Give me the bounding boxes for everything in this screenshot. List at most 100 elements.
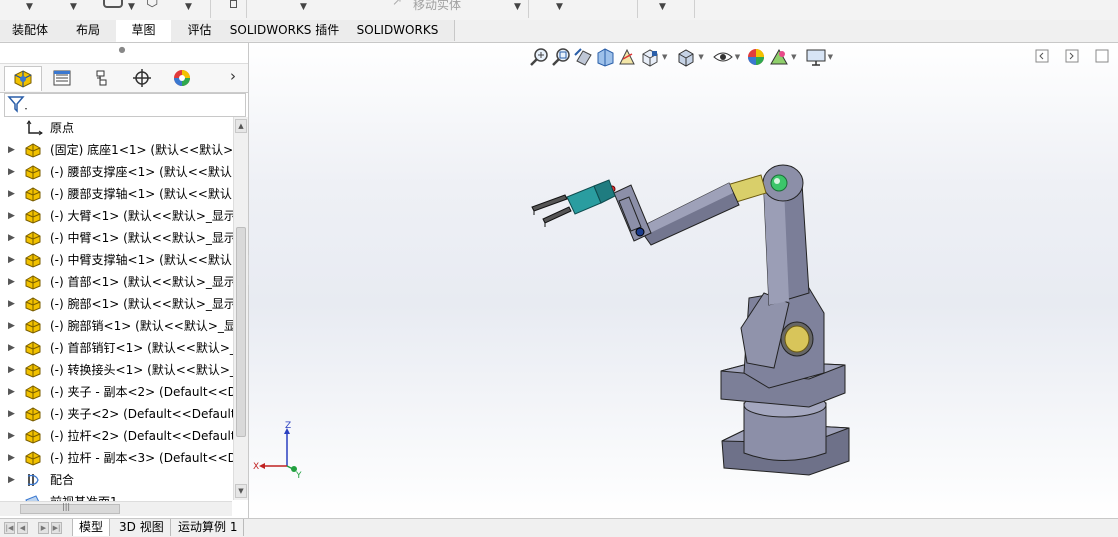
- tree-item-label: (-) 拉杆 - 副本<3> (Default<<Def: [50, 451, 233, 465]
- configurationmanager-icon[interactable]: [84, 66, 120, 90]
- triad-y-label: Y: [295, 471, 302, 480]
- part-icon: [25, 363, 41, 378]
- tree-item-label: (固定) 底座1<1> (默认<<默认>_显: [50, 143, 233, 157]
- expand-arrow-icon[interactable]: ▶: [8, 205, 16, 227]
- tree-item-part[interactable]: ▶ (-) 腕部销<1> (默认<<默认>_显示: [0, 315, 233, 337]
- move-entities-icon[interactable]: ↗: [392, 0, 402, 8]
- expand-arrow-icon[interactable]: ▶: [8, 227, 16, 249]
- tab-solidworks-addins[interactable]: SOLIDWORKS 插件: [228, 20, 342, 41]
- tree-item-part[interactable]: ▶ (-) 大臂<1> (默认<<默认>_显示状: [0, 205, 233, 227]
- move-entities-label[interactable]: 移动实体: [413, 0, 461, 13]
- triad-x-label: X: [253, 462, 259, 472]
- tab-evaluate[interactable]: 评估: [171, 20, 229, 41]
- expand-arrow-icon[interactable]: ▶: [8, 447, 16, 469]
- expand-arrow-icon[interactable]: ▶: [8, 139, 16, 161]
- dropdown-arrow-icon[interactable]: ▼: [185, 2, 192, 12]
- tree-item-label: (-) 首部销钉<1> (默认<<默认>_显: [50, 341, 233, 355]
- expand-arrow-icon[interactable]: ▶: [8, 183, 16, 205]
- expand-arrow-icon[interactable]: ▶: [8, 161, 16, 183]
- tree-item-part[interactable]: ▶ (-) 夹子<2> (Default<<Default>_: [0, 403, 233, 425]
- scrollbar-thumb[interactable]: [236, 227, 246, 437]
- feature-manager-panel: ● › 原点 ▶ (固定) 底座1<1> (默认<<默认>_显 ▶ (-) 腰部支撑座…: [0, 43, 249, 518]
- expand-arrow-icon[interactable]: ▶: [8, 403, 16, 425]
- tree-item-part[interactable]: ▶ (固定) 底座1<1> (默认<<默认>_显: [0, 139, 233, 161]
- tree-item-part[interactable]: ▶ (-) 首部<1> (默认<<默认>_显示状: [0, 271, 233, 293]
- dropdown-arrow-icon[interactable]: ▼: [300, 2, 307, 12]
- dropdown-arrow-icon[interactable]: ▼: [514, 2, 521, 12]
- tree-item-label: (-) 夹子 - 副本<2> (Default<<Def: [50, 385, 233, 399]
- tree-item-part[interactable]: ▶ (-) 拉杆 - 副本<3> (Default<<Def: [0, 447, 233, 469]
- expand-arrow-icon[interactable]: ▶: [8, 271, 16, 293]
- part-icon: [25, 319, 41, 334]
- bottom-tab-bar: |◀ ◀ ▶ ▶| 模型 3D 视图 运动算例 1: [0, 518, 1118, 537]
- part-icon: [25, 275, 41, 290]
- part-icon: [25, 165, 41, 180]
- tree-item-label: (-) 中臂支撑轴<1> (默认<<默认>_: [50, 253, 233, 267]
- display-manager-icon[interactable]: [164, 66, 200, 90]
- dropdown-arrow-icon[interactable]: ▼: [70, 2, 77, 12]
- tab-3d-views[interactable]: 3D 视图: [113, 519, 171, 536]
- tree-item-part[interactable]: ▶ (-) 转换接头<1> (默认<<默认>_显: [0, 359, 233, 381]
- filter-icon[interactable]: [7, 95, 29, 115]
- tree-item-label: 配合: [50, 473, 75, 487]
- part-icon: [25, 429, 41, 444]
- tree-item-origin[interactable]: 原点: [0, 117, 233, 139]
- next-tab-icon[interactable]: ▶: [38, 522, 49, 534]
- tab-assembly[interactable]: 装配体: [0, 20, 61, 41]
- expand-arrow-icon[interactable]: ▶: [8, 337, 16, 359]
- tree-filter[interactable]: [4, 93, 246, 117]
- tab-motion-study[interactable]: 运动算例 1: [172, 519, 245, 536]
- tab-model[interactable]: 模型: [72, 519, 111, 536]
- tree-item-label: (-) 大臂<1> (默认<<默认>_显示状: [50, 209, 233, 223]
- hexagon-icon[interactable]: ⬡: [146, 0, 158, 10]
- part-icon: [25, 341, 41, 356]
- part-icon: [25, 451, 41, 466]
- tree-item-label: (-) 腰部支撑轴<1> (默认<<默认>_: [50, 187, 233, 201]
- panel-grip-icon[interactable]: ●: [118, 46, 126, 54]
- expand-arrow-icon[interactable]: ▶: [8, 293, 16, 315]
- first-tab-icon[interactable]: |◀: [4, 522, 15, 534]
- toolbar-separator: [210, 0, 211, 18]
- tree-item-part[interactable]: ▶ (-) 夹子 - 副本<2> (Default<<Def: [0, 381, 233, 403]
- tree-vertical-scrollbar[interactable]: ▲ ▼: [233, 117, 248, 500]
- tree-item-label: (-) 腕部销<1> (默认<<默认>_显示: [50, 319, 233, 333]
- tree-item-part[interactable]: ▶ (-) 中臂支撑轴<1> (默认<<默认>_: [0, 249, 233, 271]
- tree-item-part[interactable]: ▶ (-) 腰部支撑轴<1> (默认<<默认>_: [0, 183, 233, 205]
- expand-arrow-icon[interactable]: ▶: [8, 381, 16, 403]
- chevron-right-icon[interactable]: ›: [230, 67, 236, 85]
- expand-arrow-icon[interactable]: ▶: [8, 315, 16, 337]
- tree-item-part[interactable]: ▶ (-) 中臂<1> (默认<<默认>_显示状: [0, 227, 233, 249]
- expand-arrow-icon[interactable]: ▶: [8, 425, 16, 447]
- prev-tab-icon[interactable]: ◀: [17, 522, 28, 534]
- tab-solidworks-mbd[interactable]: SOLIDWORKS MBD: [341, 20, 455, 58]
- tree-item-part[interactable]: ▶ (-) 拉杆<2> (Default<<Default>_: [0, 425, 233, 447]
- tree-item-mates[interactable]: ▶ 配合: [0, 469, 233, 491]
- tree-item-part[interactable]: ▶ (-) 首部销钉<1> (默认<<默认>_显: [0, 337, 233, 359]
- last-tab-icon[interactable]: ▶|: [51, 522, 62, 534]
- part-icon: [25, 209, 41, 224]
- tree-horizontal-scrollbar[interactable]: |||: [0, 501, 232, 516]
- robot-arm-model[interactable]: [249, 43, 1118, 518]
- dropdown-arrow-icon[interactable]: ▼: [26, 2, 33, 12]
- graphics-viewport[interactable]: ▼ ▼ ▼ ▼ ▼ Z X Y: [249, 43, 1118, 518]
- dropdown-arrow-icon[interactable]: ▼: [659, 2, 666, 12]
- dropdown-arrow-icon[interactable]: ▼: [556, 2, 563, 12]
- tab-layout[interactable]: 布局: [60, 20, 117, 41]
- dimxpert-icon[interactable]: [124, 66, 160, 90]
- scroll-down-arrow-icon[interactable]: ▼: [235, 484, 247, 498]
- tree-item-label: (-) 夹子<2> (Default<<Default>_: [50, 407, 233, 421]
- expand-arrow-icon[interactable]: ▶: [8, 359, 16, 381]
- expand-arrow-icon[interactable]: ▶: [8, 469, 16, 491]
- feature-tree: 原点 ▶ (固定) 底座1<1> (默认<<默认>_显 ▶ (-) 腰部支撑座<1> …: [0, 117, 233, 509]
- tree-item-part[interactable]: ▶ (-) 腰部支撑座<1> (默认<<默认>_: [0, 161, 233, 183]
- tree-item-part[interactable]: ▶ (-) 腕部<1> (默认<<默认>_显示状: [0, 293, 233, 315]
- dropdown-arrow-icon[interactable]: ▼: [128, 2, 135, 12]
- part-icon: [25, 143, 41, 158]
- scroll-up-arrow-icon[interactable]: ▲: [235, 119, 247, 133]
- propertymanager-icon[interactable]: [44, 66, 80, 90]
- tab-sketch[interactable]: 草图: [116, 20, 172, 42]
- linear-pattern-icon[interactable]: [103, 0, 123, 8]
- expand-arrow-icon[interactable]: ▶: [8, 249, 16, 271]
- featuremanager-tree-icon[interactable]: [4, 66, 42, 91]
- small-square-icon[interactable]: [230, 0, 237, 8]
